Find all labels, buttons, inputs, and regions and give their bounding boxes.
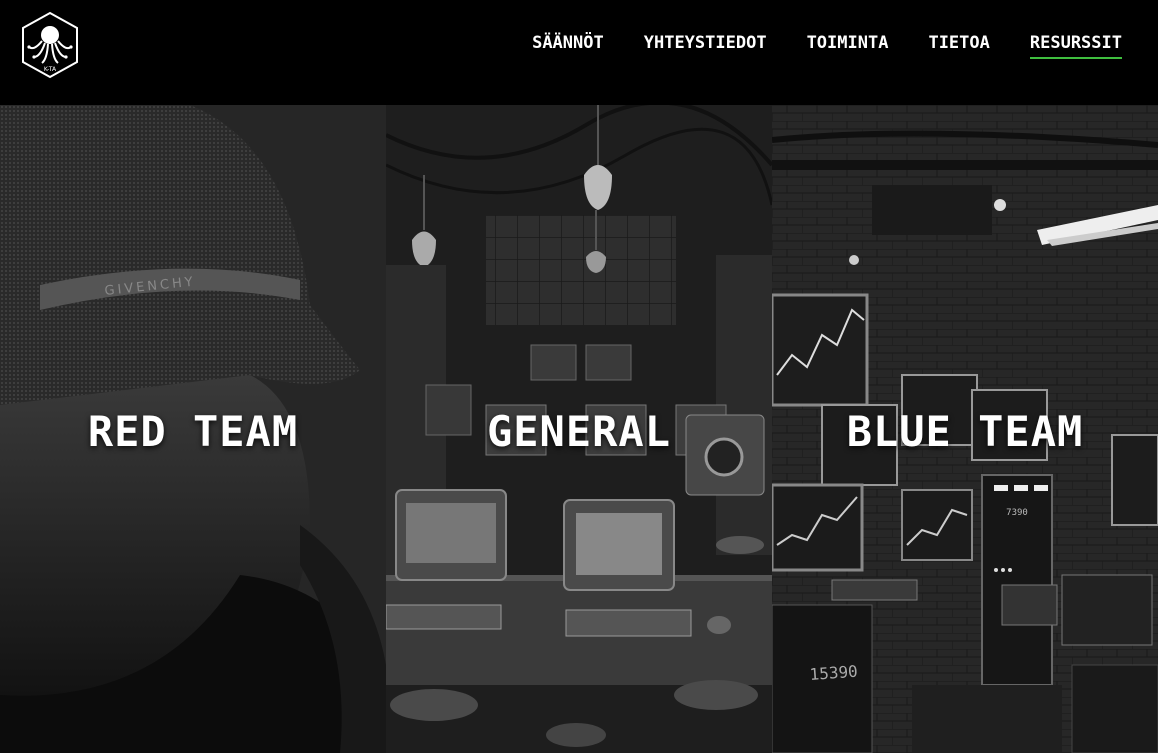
panel-title-general: GENERAL	[486, 407, 671, 456]
server-display-value: 7390	[1006, 508, 1028, 518]
octopus-hexagon-icon: K-TA	[22, 11, 78, 79]
nav-resurssit[interactable]: RESURSSIT	[1029, 33, 1122, 59]
logo-caption: K-TA	[44, 66, 57, 73]
panel-title-red-team: RED TEAM	[87, 407, 299, 456]
nav-saannot[interactable]: SÄÄNNÖT	[532, 33, 604, 59]
panel-red-team[interactable]: GIVENCHY RED TEAM	[0, 105, 386, 753]
team-panels: GIVENCHY RED TEAM GENERAL 7390 15390 BLU…	[0, 105, 1158, 753]
nav-tietoa[interactable]: TIETOA	[928, 33, 989, 59]
panel-blue-team[interactable]: 7390 15390 BLUE TEAM	[772, 105, 1158, 753]
logo[interactable]: K-TA	[20, 11, 80, 79]
rack-label: 15390	[809, 662, 858, 684]
nav-toiminta[interactable]: TOIMINTA	[807, 33, 889, 59]
site-header: K-TA SÄÄNNÖT YHTEYSTIEDOT TOIMINTA TIETO…	[0, 0, 1158, 105]
main-nav: SÄÄNNÖT YHTEYSTIEDOT TOIMINTA TIETOA RES…	[532, 33, 1122, 59]
panel-title-blue-team: BLUE TEAM	[846, 407, 1084, 456]
panel-general[interactable]: GENERAL	[386, 105, 772, 753]
nav-yhteystiedot[interactable]: YHTEYSTIEDOT	[644, 33, 767, 59]
